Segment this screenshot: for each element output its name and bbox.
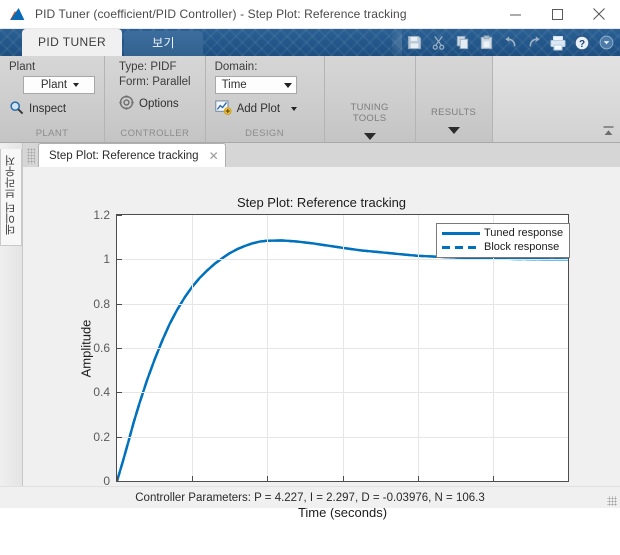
ribbon-group-tuning-tools[interactable]: TUNING TOOLS (325, 56, 416, 142)
y-tick-mark (117, 481, 122, 482)
document-tab-strip: Step Plot: Reference tracking ✕ (23, 143, 620, 168)
chart-legend[interactable]: Tuned response Block response (436, 223, 571, 258)
magnifier-icon (9, 100, 24, 118)
plant-field-label: Plant (9, 61, 36, 73)
results-expand-icon[interactable] (447, 127, 460, 134)
ribbon-empty-area (492, 56, 620, 142)
plant-group-label: PLANT (35, 128, 69, 139)
print-icon[interactable] (546, 31, 570, 54)
design-group-label: DESIGN (245, 128, 284, 139)
plot-canvas: Step Plot: Reference tracking Amplitude … (23, 167, 620, 520)
plant-select-value: Plant (40, 79, 68, 91)
matlab-sail-icon (9, 6, 29, 22)
results-label: RESULTS (430, 107, 477, 118)
y-tick-mark (117, 259, 122, 261)
tab-pid-tuner[interactable]: PID TUNER (22, 29, 123, 56)
qat-divider (392, 29, 402, 56)
copy-icon[interactable] (450, 31, 474, 54)
inspect-label: Inspect (29, 103, 67, 115)
tab-drag-handle[interactable] (27, 148, 35, 164)
y-gridline (117, 303, 568, 305)
domain-select[interactable]: Time (214, 76, 297, 94)
controller-type: Type: PIDF (119, 61, 177, 73)
undo-icon[interactable] (498, 31, 522, 54)
legend-item-block-response: Block response (442, 241, 563, 253)
ribbon-group-results[interactable]: RESULTS (416, 56, 493, 142)
ribbon-group-design: Domain: Time Add Plot DESIGN (206, 56, 325, 142)
gear-icon (119, 95, 134, 113)
document-tab-step-plot[interactable]: Step Plot: Reference tracking ✕ (38, 143, 226, 167)
add-plot-button[interactable]: Add Plot (214, 100, 315, 118)
chevron-down-icon (283, 82, 292, 88)
domain-field-label: Domain: (214, 61, 258, 73)
customize-dropdown-icon[interactable] (594, 31, 618, 54)
add-plot-icon (214, 100, 232, 118)
tuning-tools-label: TUNING TOOLS (350, 101, 389, 124)
options-label: Options (139, 98, 179, 110)
y-gridline (117, 392, 568, 394)
close-tab-icon[interactable]: ✕ (209, 150, 219, 162)
cut-icon[interactable] (426, 31, 450, 54)
data-browser-text: 데이터 브라우저 (5, 155, 17, 236)
y-tick-mark (117, 436, 122, 438)
controller-group-label: CONTROLLER (120, 128, 190, 139)
minimize-icon[interactable] (494, 0, 536, 28)
controller-form: Form: Parallel (119, 76, 191, 88)
y-tick-mark (117, 215, 122, 216)
chevron-down-icon (73, 83, 80, 87)
document-tab-label: Step Plot: Reference tracking (49, 149, 199, 162)
status-bar: Controller Parameters: P = 4.227, I = 2.… (0, 486, 620, 508)
y-axis-label-text: Amplitude (78, 319, 94, 377)
y-tick-label: 0.6 (93, 341, 110, 355)
legend-label-block: Block response (484, 241, 560, 253)
ribbon-tab-strip: PID TUNER 보기 ? (0, 29, 620, 56)
y-tick-mark (117, 392, 122, 394)
legend-item-tuned-response: Tuned response (442, 227, 563, 239)
inspect-button[interactable]: Inspect (9, 100, 95, 118)
window-title: PID Tuner (coefficient/PID Controller) -… (35, 7, 407, 21)
legend-line-solid-icon (442, 228, 480, 238)
svg-text:?: ? (579, 39, 585, 50)
options-button[interactable]: Options (119, 95, 191, 113)
y-tick-mark (117, 303, 122, 305)
close-icon[interactable] (578, 0, 620, 28)
y-tick-label: 1.2 (93, 208, 110, 222)
save-icon[interactable] (402, 31, 426, 54)
data-browser-sidebar[interactable]: 데이터 브라우저 (0, 143, 23, 508)
tab-view[interactable]: 보기 (124, 31, 203, 56)
y-tick-label: 0.2 (93, 429, 110, 444)
y-tick-label: 0.8 (93, 296, 110, 311)
data-browser-label: 데이터 브라우저 (0, 149, 22, 247)
legend-line-dashed-icon (442, 242, 480, 252)
maximize-icon[interactable] (536, 0, 578, 28)
y-gridline (117, 259, 568, 261)
ribbon-toolbar: Plant Plant Inspect PLANT Type: PIDF For… (0, 56, 620, 143)
domain-select-value: Time (221, 79, 247, 91)
window-title-bar: PID Tuner (coefficient/PID Controller) -… (0, 0, 620, 29)
controller-parameters-text: Controller Parameters: P = 4.227, I = 2.… (135, 491, 485, 504)
work-area: 데이터 브라우저 Step Plot: Reference tracking ✕… (0, 143, 620, 520)
quick-access-toolbar: ? (386, 29, 618, 56)
window-controls (494, 0, 620, 28)
ribbon-group-controller: Type: PIDF Form: Parallel Options CONTRO… (105, 56, 206, 142)
redo-icon[interactable] (522, 31, 546, 54)
y-tick-mark (117, 348, 122, 349)
help-icon[interactable]: ? (570, 31, 594, 54)
tuning-tools-expand-icon[interactable] (363, 132, 376, 140)
ribbon-group-plant: Plant Plant Inspect PLANT (0, 56, 105, 142)
legend-label-tuned: Tuned response (484, 227, 564, 239)
document-area: Step Plot: Reference tracking ✕ Step Plo… (23, 143, 620, 520)
plant-select[interactable]: Plant (23, 76, 95, 94)
y-tick-label: 0.4 (93, 385, 110, 400)
y-gridline (117, 348, 568, 349)
chevron-down-icon (291, 107, 298, 111)
paste-icon[interactable] (474, 31, 498, 54)
plot-area[interactable]: Tuned response Block response 0246810120… (93, 208, 574, 500)
y-gridline (117, 436, 568, 438)
collapse-ribbon-icon[interactable] (603, 126, 614, 138)
add-plot-label: Add Plot (236, 103, 281, 115)
resize-grip-icon[interactable] (607, 496, 617, 506)
y-tick-label: 1 (103, 252, 110, 267)
